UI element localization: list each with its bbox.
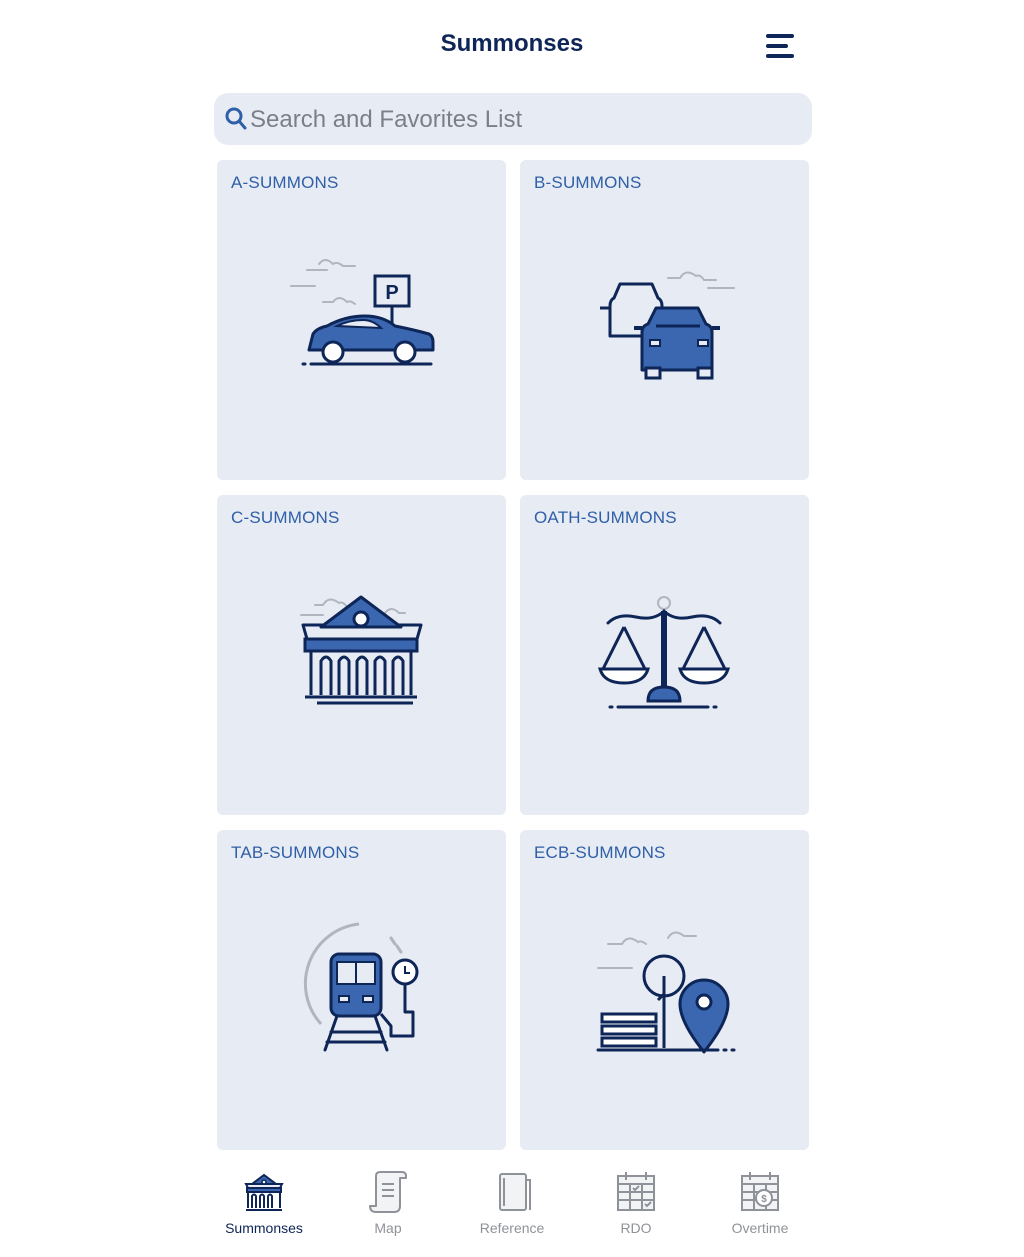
calendar-dollar-icon: $	[741, 1172, 779, 1211]
tile-label: C-SUMMONS	[231, 508, 340, 527]
tab-label: Map	[374, 1220, 402, 1236]
tile-b-summons[interactable]: B-SUMMONS	[520, 160, 809, 480]
tile-label: ECB-SUMMONS	[534, 843, 666, 862]
page-title: Summonses	[440, 30, 584, 57]
tile-c-summons[interactable]: C-SUMMONS	[217, 495, 506, 815]
tile-label: B-SUMMONS	[534, 173, 642, 192]
tab-map[interactable]: Map	[333, 1170, 443, 1240]
calendar-check-icon	[617, 1172, 655, 1211]
tile-tab-summons[interactable]: TAB-SUMMONS	[217, 830, 506, 1150]
tile-ecb-summons[interactable]: ECB-SUMMONS	[520, 830, 809, 1150]
courthouse-icon	[244, 1173, 284, 1211]
search-icon	[225, 107, 247, 130]
svg-text:P: P	[385, 282, 398, 304]
tab-overtime[interactable]: $ Overtime	[705, 1170, 815, 1240]
subway-train-icon	[303, 922, 419, 1052]
map-scroll-icon	[369, 1171, 407, 1213]
menu-button[interactable]	[760, 30, 800, 64]
bottom-tab-bar: Summonses Map Reference RDO $ Overtime	[0, 1160, 1024, 1257]
tile-a-summons[interactable]: A-SUMMONS P	[217, 160, 506, 480]
tile-label: TAB-SUMMONS	[231, 843, 360, 862]
book-icon	[499, 1173, 531, 1211]
tab-rdo[interactable]: RDO	[581, 1170, 691, 1240]
header: Summonses	[0, 0, 1024, 92]
tab-label: Reference	[479, 1220, 545, 1236]
tile-label: OATH-SUMMONS	[534, 508, 677, 527]
menu-icon	[766, 34, 794, 38]
search-bar	[214, 93, 812, 145]
parked-car-icon: P	[290, 259, 435, 366]
menu-icon-line	[766, 44, 788, 48]
tab-label: Overtime	[731, 1220, 789, 1236]
park-location-icon	[596, 931, 736, 1054]
courthouse-icon	[300, 595, 423, 705]
menu-icon-line	[766, 54, 794, 58]
tab-label: Summonses	[225, 1220, 303, 1236]
tile-oath-summons[interactable]: OATH-SUMMONS	[520, 495, 809, 815]
tile-label: A-SUMMONS	[231, 173, 339, 192]
tab-label: RDO	[620, 1220, 652, 1236]
tab-summonses[interactable]: Summonses	[209, 1170, 319, 1240]
tab-reference[interactable]: Reference	[457, 1170, 567, 1240]
search-input[interactable]	[248, 99, 792, 141]
scales-of-justice-icon	[598, 596, 730, 709]
svg-text:$: $	[761, 1194, 767, 1205]
traffic-cars-icon	[600, 271, 735, 380]
